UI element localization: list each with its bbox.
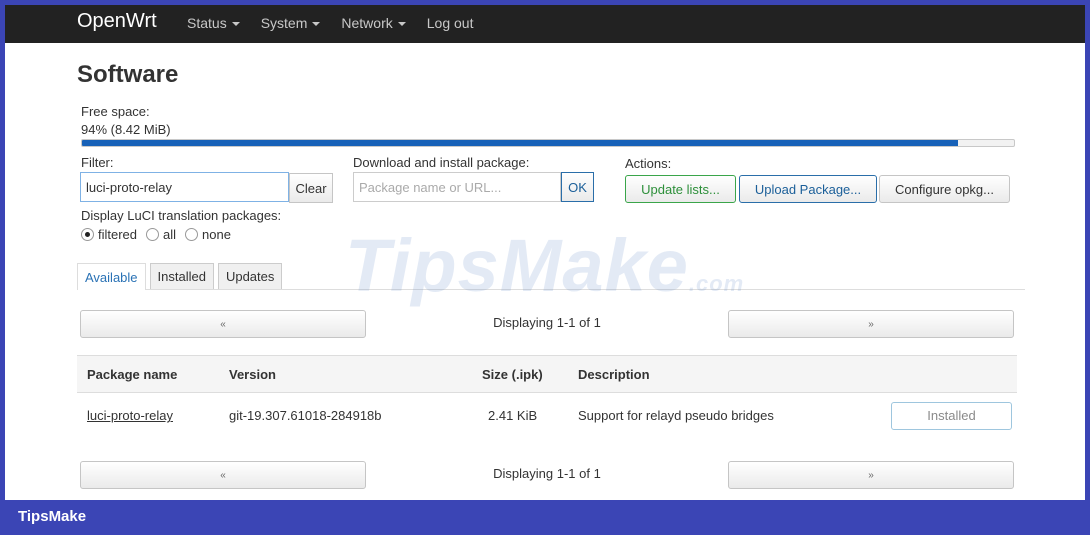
nav-system[interactable]: System (261, 15, 321, 31)
prev-page-button-bottom[interactable]: « (80, 461, 366, 489)
download-label: Download and install package: (353, 155, 530, 170)
free-space-label: Free space: (81, 104, 150, 119)
free-space-value: 94% (8.42 MiB) (81, 122, 171, 137)
nav-menu: Status System Network Log out (187, 15, 494, 31)
free-space-progress-fill (82, 140, 959, 146)
header-action (887, 356, 1017, 393)
actions-label: Actions: (625, 156, 672, 171)
table-header-row: Package name Version Size (.ipk) Descrip… (77, 355, 1017, 393)
pager-status: Displaying 1-1 of 1 (493, 315, 601, 330)
nav-status-label: Status (187, 15, 227, 31)
nav-network-label: Network (341, 15, 393, 31)
radio-checked-icon[interactable] (81, 228, 94, 241)
radio-none-label: none (202, 227, 231, 242)
top-navbar: OpenWrt Status System Network Log out (5, 5, 1085, 43)
caret-down-icon (397, 22, 406, 26)
tab-available[interactable]: Available (77, 263, 146, 290)
table-row: luci-proto-relay git-19.307.61018-284918… (77, 393, 1017, 439)
pager-status-bottom: Displaying 1-1 of 1 (493, 466, 601, 481)
caret-down-icon (312, 22, 321, 26)
radio-unchecked-icon[interactable] (185, 228, 199, 241)
footer-bar: TipsMake (0, 500, 1090, 535)
package-size: 2.41 KiB (488, 408, 538, 424)
radio-all-label: all (163, 227, 177, 242)
caret-down-icon (231, 22, 240, 26)
nav-logout-label: Log out (426, 15, 474, 31)
header-size[interactable]: Size (.ipk) (482, 356, 578, 393)
package-url-input[interactable] (353, 172, 561, 202)
package-name-link[interactable]: luci-proto-relay (87, 408, 173, 423)
header-version[interactable]: Version (229, 356, 482, 393)
header-description[interactable]: Description (578, 356, 887, 393)
nav-system-label: System (260, 15, 308, 31)
package-description: Support for relayd pseudo bridges (578, 408, 774, 424)
radio-filtered[interactable]: filtered (81, 227, 137, 242)
tab-installed[interactable]: Installed (149, 263, 214, 289)
filter-label: Filter: (81, 155, 114, 170)
translation-radio-group: filtered all none (81, 227, 240, 242)
next-page-button[interactable]: » (728, 310, 1014, 338)
radio-filtered-label: filtered (98, 227, 138, 242)
package-version: git-19.307.61018-284918b (229, 408, 382, 424)
installed-button[interactable]: Installed (891, 401, 1012, 430)
package-tabs: Available Installed Updates (77, 263, 1025, 290)
nav-logout[interactable]: Log out (427, 15, 474, 31)
free-space-progress (81, 139, 1015, 147)
ok-button[interactable]: OK (561, 172, 594, 202)
update-lists-button[interactable]: Update lists... (625, 175, 736, 203)
nav-status[interactable]: Status (187, 15, 240, 31)
app-frame: OpenWrt Status System Network Log out So… (5, 5, 1085, 500)
nav-network[interactable]: Network (341, 15, 406, 31)
radio-unchecked-icon[interactable] (146, 228, 160, 241)
prev-page-button[interactable]: « (80, 310, 366, 338)
clear-filter-button[interactable]: Clear (289, 173, 333, 203)
next-page-button-bottom[interactable]: » (728, 461, 1014, 489)
footer-logo: TipsMake (18, 508, 87, 525)
header-package-name[interactable]: Package name (77, 356, 229, 393)
radio-none[interactable]: none (185, 227, 231, 242)
page-title: Software (77, 61, 179, 88)
package-table: Package name Version Size (.ipk) Descrip… (77, 355, 1017, 439)
filter-input[interactable] (80, 172, 289, 202)
translation-label: Display LuCI translation packages: (81, 208, 282, 223)
upload-package-button[interactable]: Upload Package... (739, 175, 877, 203)
brand-logo[interactable]: OpenWrt (77, 10, 157, 33)
configure-opkg-button[interactable]: Configure opkg... (879, 175, 1010, 203)
radio-all[interactable]: all (146, 227, 176, 242)
tab-updates[interactable]: Updates (217, 263, 283, 289)
